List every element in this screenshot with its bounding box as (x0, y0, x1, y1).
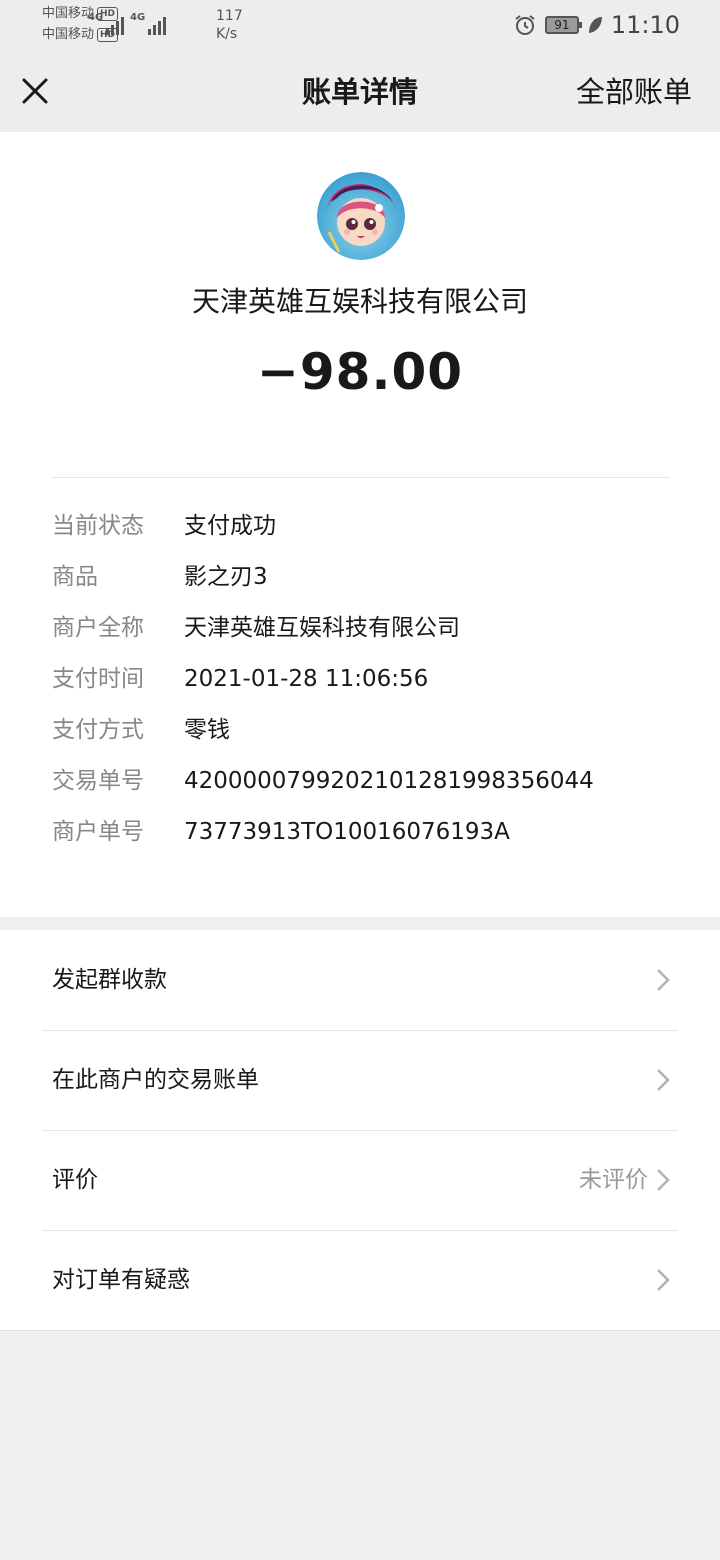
action-list: 发起群收款 在此商户的交易账单 评价 未评价 对订单有疑惑 (0, 930, 720, 1330)
alarm-icon (515, 15, 535, 35)
battery-icon: 91 (544, 16, 582, 34)
rate-button[interactable]: 评价 未评价 (0, 1130, 720, 1230)
action-label: 对订单有疑惑 (52, 1267, 190, 1293)
signal-icon: 4G 4G (88, 12, 166, 35)
carrier-2-name: 中国移动 (42, 27, 95, 42)
speed-value: 117 (216, 8, 243, 24)
detail-row-merchant: 商户全称 天津英雄互娱科技有限公司 (52, 612, 692, 663)
detail-value: 支付成功 (184, 513, 276, 539)
chevron-right-icon (657, 1069, 670, 1091)
detail-value: 4200000799202101281998356044 (184, 768, 594, 794)
group-collect-button[interactable]: 发起群收款 (0, 930, 720, 1030)
detail-row-transaction-id: 交易单号 4200000799202101281998356044 (52, 765, 692, 816)
chevron-right-icon (657, 1169, 670, 1191)
merchant-avatar (317, 172, 405, 260)
divider (0, 1330, 720, 1331)
detail-label: 交易单号 (52, 768, 144, 794)
detail-row-time: 支付时间 2021-01-28 11:06:56 (52, 663, 692, 714)
merchant-avatar-image (317, 172, 405, 260)
battery-level: 91 (554, 18, 570, 32)
status-right: 91 11:10 (513, 10, 680, 40)
action-label: 在此商户的交易账单 (52, 1067, 259, 1093)
net-type-2: 4G (130, 12, 145, 23)
detail-value: 天津英雄互娱科技有限公司 (184, 615, 460, 641)
detail-label: 支付方式 (52, 717, 144, 743)
payment-amount: −98.00 (256, 343, 464, 401)
detail-label: 商品 (52, 564, 98, 590)
action-label: 发起群收款 (52, 967, 167, 993)
detail-row-status: 当前状态 支付成功 (52, 510, 692, 561)
network-speed: 117 K/s (216, 7, 243, 43)
detail-row-merchant-order-id: 商户单号 73773913TO10016076193A (52, 816, 692, 867)
rating-status: 未评价 (579, 1167, 648, 1193)
action-label: 评价 (52, 1167, 98, 1193)
detail-label: 商户单号 (52, 819, 144, 845)
chevron-right-icon (657, 969, 670, 991)
leaf-icon (588, 17, 602, 33)
chevron-right-icon (657, 1269, 670, 1291)
speed-unit: K/s (216, 26, 238, 42)
clock: 11:10 (610, 11, 680, 39)
bill-summary-card: 天津英雄互娱科技有限公司 −98.00 当前状态 支付成功 商品 影之刃3 商户… (0, 132, 720, 917)
detail-row-method: 支付方式 零钱 (52, 714, 692, 765)
merchant-name: 天津英雄互娱科技有限公司 (191, 285, 528, 318)
detail-value: 73773913TO10016076193A (184, 819, 510, 845)
nav-bar: 账单详情 全部账单 (0, 50, 720, 132)
detail-label: 商户全称 (52, 615, 144, 641)
detail-row-product: 商品 影之刃3 (52, 561, 692, 612)
detail-label: 支付时间 (52, 666, 144, 692)
detail-value: 影之刃3 (184, 564, 268, 590)
net-type-1: 4G (88, 12, 103, 23)
detail-value: 2021-01-28 11:06:56 (184, 666, 429, 692)
detail-label: 当前状态 (52, 513, 144, 539)
status-bar: 中国移动 HD 中国移动 HD 4G 4G 117 K/s 91 (0, 0, 720, 50)
bill-details-list: 当前状态 支付成功 商品 影之刃3 商户全称 天津英雄互娱科技有限公司 支付时间… (52, 510, 692, 867)
merchant-bills-button[interactable]: 在此商户的交易账单 (0, 1030, 720, 1130)
divider (51, 477, 670, 478)
detail-value: 零钱 (184, 717, 230, 743)
all-bills-link[interactable]: 全部账单 (576, 74, 692, 110)
carrier-1-name: 中国移动 (42, 6, 95, 21)
order-question-button[interactable]: 对订单有疑惑 (0, 1230, 720, 1330)
